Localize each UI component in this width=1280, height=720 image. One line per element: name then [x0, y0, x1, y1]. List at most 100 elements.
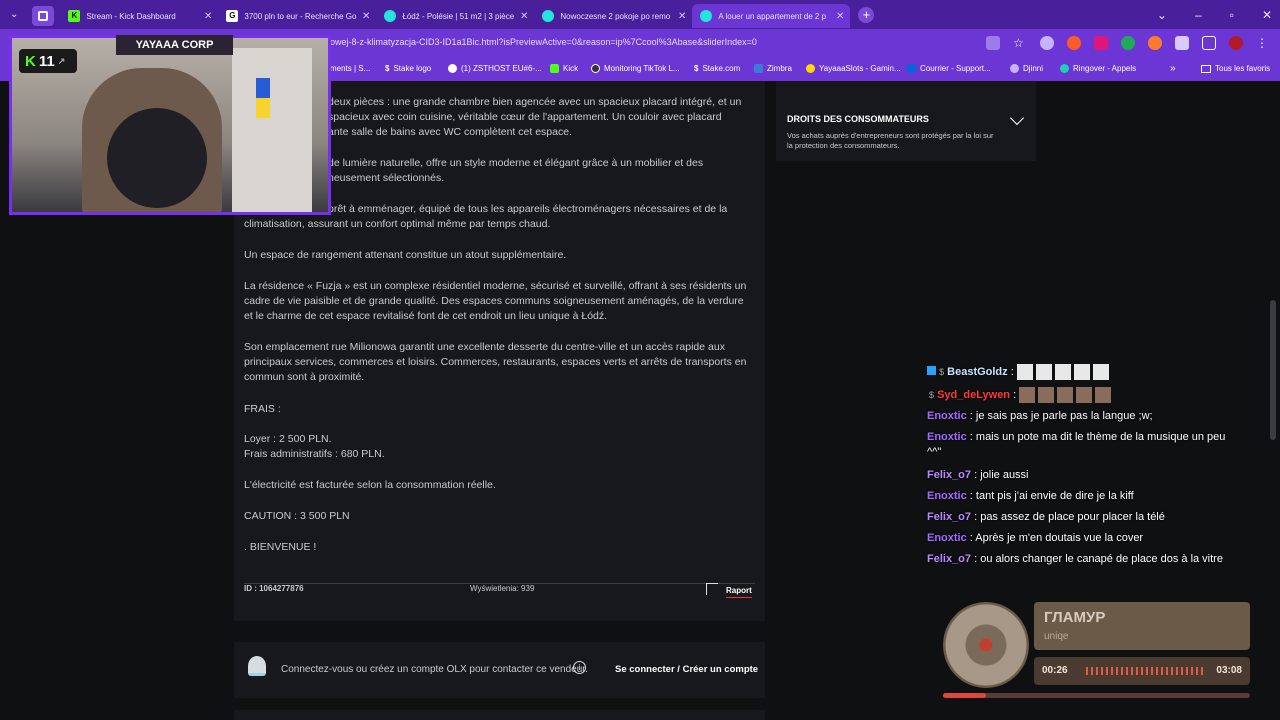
- tab-favicon-icon: olx: [542, 10, 555, 22]
- description-line: prêt à emménager, équipé de tous les app…: [328, 203, 728, 215]
- profile-avatar-icon[interactable]: [1229, 36, 1243, 50]
- chat-message: Felix_o7 : pas assez de place pour place…: [927, 511, 1165, 523]
- browser-tab[interactable]: olx Łódź - Polésie | 51 m2 | 3 pièce ✕: [376, 4, 534, 28]
- extension-star-icon[interactable]: [1148, 36, 1162, 50]
- info-icon[interactable]: i: [573, 661, 586, 674]
- extension-nb-icon[interactable]: [1121, 36, 1135, 50]
- album-cover: [943, 602, 1029, 688]
- description-line: FRAIS :: [244, 403, 281, 415]
- tab-close-icon[interactable]: ✕: [204, 11, 212, 22]
- listing-meta-row: ID : 1064277876 Wyświetlenia: 939 Raport: [244, 583, 755, 601]
- description-line: . BIENVENUE !: [244, 541, 317, 553]
- report-link[interactable]: Raport: [726, 586, 752, 598]
- url-field[interactable]: owej-8-z-klimatyzacja-CID3-ID1a1Bic.html…: [330, 37, 757, 47]
- extension-flame-icon[interactable]: [1067, 36, 1081, 50]
- stake-icon: $: [694, 64, 699, 73]
- chat-username[interactable]: Syd_deLywen: [937, 389, 1010, 401]
- description-line: L'électricité est facturée selon la cons…: [244, 479, 496, 491]
- bookmark-star-icon[interactable]: ☆: [1013, 36, 1027, 50]
- webcam-door: [232, 48, 312, 212]
- description-line: Un espace de rangement attenant constitu…: [244, 249, 567, 261]
- pinned-tab-icon[interactable]: [32, 5, 55, 26]
- extension-icons: ☆ ⋮: [986, 36, 1270, 50]
- tab-title: Nowoczesne 2 pokoje po remo: [560, 11, 671, 21]
- browser-tab[interactable]: G 3700 pln to eur - Recherche Go ✕: [218, 4, 376, 28]
- emote-group: [1016, 364, 1109, 380]
- tab-close-icon[interactable]: ✕: [678, 11, 686, 22]
- track-card: ГЛАМУР uniqe: [1034, 602, 1250, 650]
- description-line: neusement sélectionnés.: [328, 172, 445, 184]
- extensions-puzzle-icon[interactable]: [1175, 36, 1189, 50]
- chat-username[interactable]: BeastGoldz: [947, 366, 1008, 378]
- tab-favicon-icon: olx: [384, 10, 397, 22]
- folder-icon: [1201, 64, 1211, 73]
- extension-cloud-icon[interactable]: [1040, 36, 1054, 50]
- tab-search-chevron-icon[interactable]: ⌄: [1157, 8, 1167, 22]
- bookmarks-overflow-icon[interactable]: »: [1170, 63, 1176, 74]
- bookmark-item[interactable]: Courrier - Support...: [907, 64, 991, 73]
- tab-close-icon[interactable]: ✕: [836, 11, 844, 22]
- description-line: La résidence « Fuzja » est un complexe r…: [244, 280, 747, 292]
- chat-message: Enoxtic : je sais pas je parle pas la la…: [927, 410, 1153, 422]
- page-scrollbar[interactable]: [1270, 300, 1276, 440]
- now-playing-widget: ГЛАМУР uniqe 00:26 03:08: [943, 600, 1253, 700]
- listing-id: ID : 1064277876: [244, 584, 304, 593]
- webcam-flag: [256, 78, 270, 118]
- browser-tab[interactable]: K Stream - Kick Dashboard ✕: [60, 4, 218, 28]
- close-window-button[interactable]: ✕: [1262, 8, 1272, 22]
- subscriber-badge-icon: $: [929, 389, 935, 400]
- track-progress-bar: [943, 693, 1250, 698]
- bookmark-item[interactable]: Kick: [550, 64, 578, 73]
- description-line: ante salle de bains avec WC complètent c…: [328, 126, 572, 138]
- sidebar-icon[interactable]: [1202, 36, 1216, 50]
- track-time-row: 00:26 03:08: [1034, 657, 1250, 685]
- bookmark-item[interactable]: ments | S...: [330, 64, 370, 73]
- viewer-count-badge: K 11 ↗: [19, 49, 77, 73]
- user-avatar-icon: [248, 656, 266, 676]
- browser-tab[interactable]: olx A louer un appartement de 2 p ✕: [692, 4, 851, 28]
- bookmark-item[interactable]: Ringover - Appels: [1060, 64, 1136, 73]
- subscriber-badge-icon: $: [939, 366, 945, 377]
- tab-favicon-icon: K: [68, 10, 81, 22]
- description-line: cadre de vie paisible et de grande quali…: [244, 295, 744, 307]
- translate-icon[interactable]: [986, 36, 1000, 50]
- bookmark-item[interactable]: (1) ZSTHOST EU#6-...: [448, 64, 542, 73]
- new-tab-button[interactable]: +: [858, 6, 875, 23]
- all-bookmarks-folder[interactable]: Tous les favoris: [1201, 64, 1270, 73]
- listing-views: Wyświetlenia: 939: [470, 584, 535, 593]
- maximize-button[interactable]: ▫: [1230, 8, 1234, 22]
- login-link[interactable]: Se connecter / Créer un compte: [615, 664, 758, 675]
- monitoring-icon: [591, 64, 600, 73]
- consumer-rights-title: DROITS DES CONSOMMATEURS: [787, 114, 929, 124]
- extension-grid-icon[interactable]: [1094, 36, 1108, 50]
- browser-tab[interactable]: olx Nowoczesne 2 pokoje po remo ✕: [534, 4, 692, 28]
- viewer-count: 11: [38, 52, 55, 70]
- waveform: [1086, 667, 1204, 675]
- menu-kebab-icon[interactable]: ⋮: [1256, 36, 1270, 50]
- tab-close-icon[interactable]: ✕: [362, 11, 370, 22]
- description-line: deux pièces : une grande chambre bien ag…: [328, 96, 742, 108]
- ringover-icon: [1060, 64, 1069, 73]
- track-progress-fill: [943, 693, 986, 698]
- tab-list-chevron-icon[interactable]: ⌄: [10, 9, 18, 20]
- bookmark-item[interactable]: YayaaaSlots - Gamin...: [806, 64, 901, 73]
- bookmark-item[interactable]: Zimbra: [754, 64, 792, 73]
- bookmark-item[interactable]: Monitoring TikTok L...: [591, 64, 680, 73]
- chevron-down-icon[interactable]: [1009, 110, 1025, 126]
- stream-channel-label: YAYAAA CORP: [116, 35, 233, 55]
- description-line: principaux services, commerces et loisir…: [244, 356, 747, 368]
- consumer-rights-card: DROITS DES CONSOMMATEURS Vos achats aupr…: [776, 81, 1036, 161]
- chat-message: $ BeastGoldz :: [927, 364, 1109, 380]
- description-line: de lumière naturelle, offre un style mod…: [328, 157, 704, 169]
- minimize-button[interactable]: –: [1195, 8, 1202, 22]
- tab-favicon-icon: olx: [700, 10, 713, 22]
- tab-close-icon[interactable]: ✕: [520, 11, 528, 22]
- bookmark-item[interactable]: Djinni: [1010, 64, 1043, 73]
- bookmark-item[interactable]: $ Stake logo: [385, 64, 431, 73]
- tab-favicon-icon: G: [226, 10, 239, 22]
- chat-message: Felix_o7 : jolie aussi: [927, 469, 1029, 481]
- bookmark-item[interactable]: $ Stake.com: [694, 64, 740, 73]
- chat-message: $ Syd_deLywen :: [927, 387, 1112, 403]
- bookmark-globe-icon: [448, 64, 457, 73]
- tab-title: A louer un appartement de 2 p: [718, 11, 827, 21]
